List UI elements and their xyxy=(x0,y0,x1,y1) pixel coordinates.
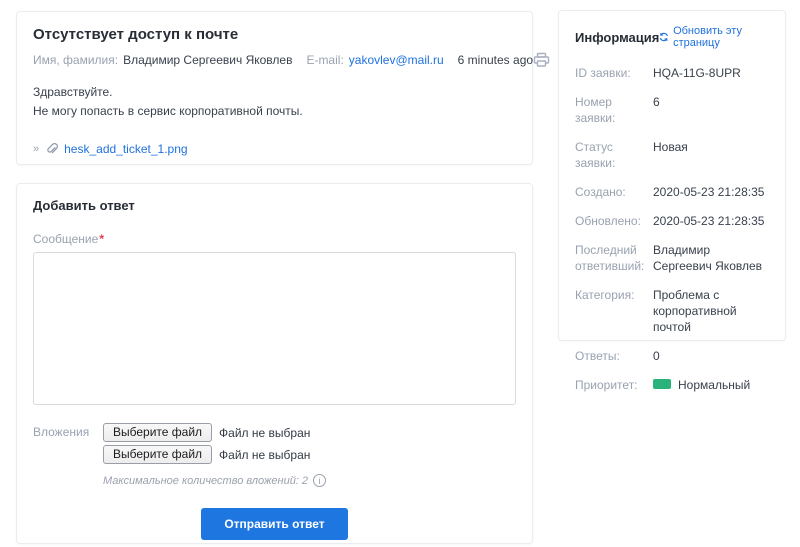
refresh-page-link[interactable]: Обновить эту страницу xyxy=(659,25,769,49)
required-asterisk: * xyxy=(99,232,104,246)
info-row-value-text: Владимир Сергеевич Яковлев xyxy=(653,243,762,273)
ticket-card: Отсутствует доступ к почте Имя, фамилия:… xyxy=(16,11,533,165)
info-row: Создано:2020-05-23 21:28:35 xyxy=(575,184,769,200)
requester-email-link[interactable]: yakovlev@mail.ru xyxy=(349,53,444,67)
info-row: Номер заявки:6 xyxy=(575,94,769,126)
info-panel-header: Информация Обновить эту страницу xyxy=(575,25,769,49)
info-row-value-text: Нормальный xyxy=(678,378,750,392)
info-row-label: Статус заявки: xyxy=(575,139,653,171)
info-row-value: Проблема с корпоративной почтой xyxy=(653,287,769,335)
info-row-value-text: 6 xyxy=(653,95,660,109)
info-row: Приоритет: Нормальный xyxy=(575,377,769,393)
info-row-value: 0 xyxy=(653,348,660,364)
info-row-value-text: 0 xyxy=(653,349,660,363)
info-row: Ответы:0 xyxy=(575,348,769,364)
ticket-time-ago: 6 minutes ago xyxy=(458,53,533,67)
info-row: ID заявки:HQA-11G-8UPR xyxy=(575,65,769,81)
paperclip-icon xyxy=(45,142,59,156)
attachment-link[interactable]: hesk_add_ticket_1.png xyxy=(64,142,187,156)
info-row-value-text: Проблема с корпоративной почтой xyxy=(653,288,737,334)
info-row-label: Категория: xyxy=(575,287,653,335)
file-input-rows: Выберите файл Файл не выбран Выберите фа… xyxy=(103,423,310,464)
info-panel-title: Информация xyxy=(575,30,659,45)
info-row: Обновлено:2020-05-23 21:28:35 xyxy=(575,213,769,229)
name-label: Имя, фамилия: xyxy=(33,53,118,67)
reply-message-textarea[interactable] xyxy=(33,252,516,405)
message-line: Не могу попасть в сервис корпоративной п… xyxy=(33,102,516,121)
info-row: Категория:Проблема с корпоративной почто… xyxy=(575,287,769,335)
no-file-chosen-text: Файл не выбран xyxy=(219,426,310,440)
reply-card: Добавить ответ Сообщение* Вложения Выбер… xyxy=(16,183,533,544)
priority-color-chip xyxy=(653,379,671,389)
ticket-attachment-row: » hesk_add_ticket_1.png xyxy=(33,142,516,156)
info-row-label: Обновлено: xyxy=(575,213,653,229)
choose-file-button[interactable]: Выберите файл xyxy=(103,423,212,442)
info-row-value: 2020-05-23 21:28:35 xyxy=(653,213,764,229)
info-row-value: HQA-11G-8UPR xyxy=(653,65,741,81)
info-row-value: 2020-05-23 21:28:35 xyxy=(653,184,764,200)
printer-icon xyxy=(533,52,550,68)
ticket-message: Здравствуйте. Не могу попасть в сервис к… xyxy=(33,83,516,121)
max-attachments-note: Максимальное количество вложений: 2 i xyxy=(103,474,516,487)
reply-form-title: Добавить ответ xyxy=(33,198,516,213)
info-row-value-text: HQA-11G-8UPR xyxy=(653,66,741,80)
info-row-value: Новая xyxy=(653,139,688,171)
submit-reply-button[interactable]: Отправить ответ xyxy=(201,508,347,540)
refresh-page-label: Обновить эту страницу xyxy=(673,25,769,49)
info-row: Статус заявки:Новая xyxy=(575,139,769,171)
info-row: Последний ответивший:Владимир Сергеевич … xyxy=(575,242,769,274)
info-row-value-text: 2020-05-23 21:28:35 xyxy=(653,185,764,199)
info-row-label: Приоритет: xyxy=(575,377,653,393)
file-input-row: Выберите файл Файл не выбран xyxy=(103,423,310,442)
requester-name: Владимир Сергеевич Яковлев xyxy=(123,53,292,67)
max-attachments-text: Максимальное количество вложений: 2 xyxy=(103,475,308,487)
email-label: E-mail: xyxy=(306,53,343,67)
info-row-label: Последний ответивший: xyxy=(575,242,653,274)
message-field-label: Сообщение* xyxy=(33,232,516,246)
attachment-marker-icon: » xyxy=(33,143,39,155)
ticket-meta-row: Имя, фамилия: Владимир Сергеевич Яковлев… xyxy=(33,52,516,68)
choose-file-button[interactable]: Выберите файл xyxy=(103,445,212,464)
info-row-label: Номер заявки: xyxy=(575,94,653,126)
info-row-value: 6 xyxy=(653,94,660,126)
attachments-section: Вложения Выберите файл Файл не выбран Вы… xyxy=(33,423,516,464)
info-row-value-text: Новая xyxy=(653,140,688,154)
info-row-label: Ответы: xyxy=(575,348,653,364)
submit-row: Отправить ответ xyxy=(33,508,516,540)
no-file-chosen-text: Файл не выбран xyxy=(219,448,310,462)
print-button[interactable] xyxy=(533,52,550,68)
ticket-title: Отсутствует доступ к почте xyxy=(33,26,516,43)
message-label-text: Сообщение xyxy=(33,232,98,246)
info-row-label: Создано: xyxy=(575,184,653,200)
info-row-label: ID заявки: xyxy=(575,65,653,81)
info-icon[interactable]: i xyxy=(313,474,326,487)
info-rows: ID заявки:HQA-11G-8UPRНомер заявки:6Стат… xyxy=(575,65,769,393)
refresh-icon xyxy=(659,31,669,43)
info-row-value: Владимир Сергеевич Яковлев xyxy=(653,242,769,274)
message-line: Здравствуйте. xyxy=(33,83,516,102)
file-input-row: Выберите файл Файл не выбран xyxy=(103,445,310,464)
attachments-label: Вложения xyxy=(33,423,103,464)
info-row-value-text: 2020-05-23 21:28:35 xyxy=(653,214,764,228)
info-row-value: Нормальный xyxy=(653,377,750,393)
info-panel: Информация Обновить эту страницу ID заяв… xyxy=(558,10,786,341)
